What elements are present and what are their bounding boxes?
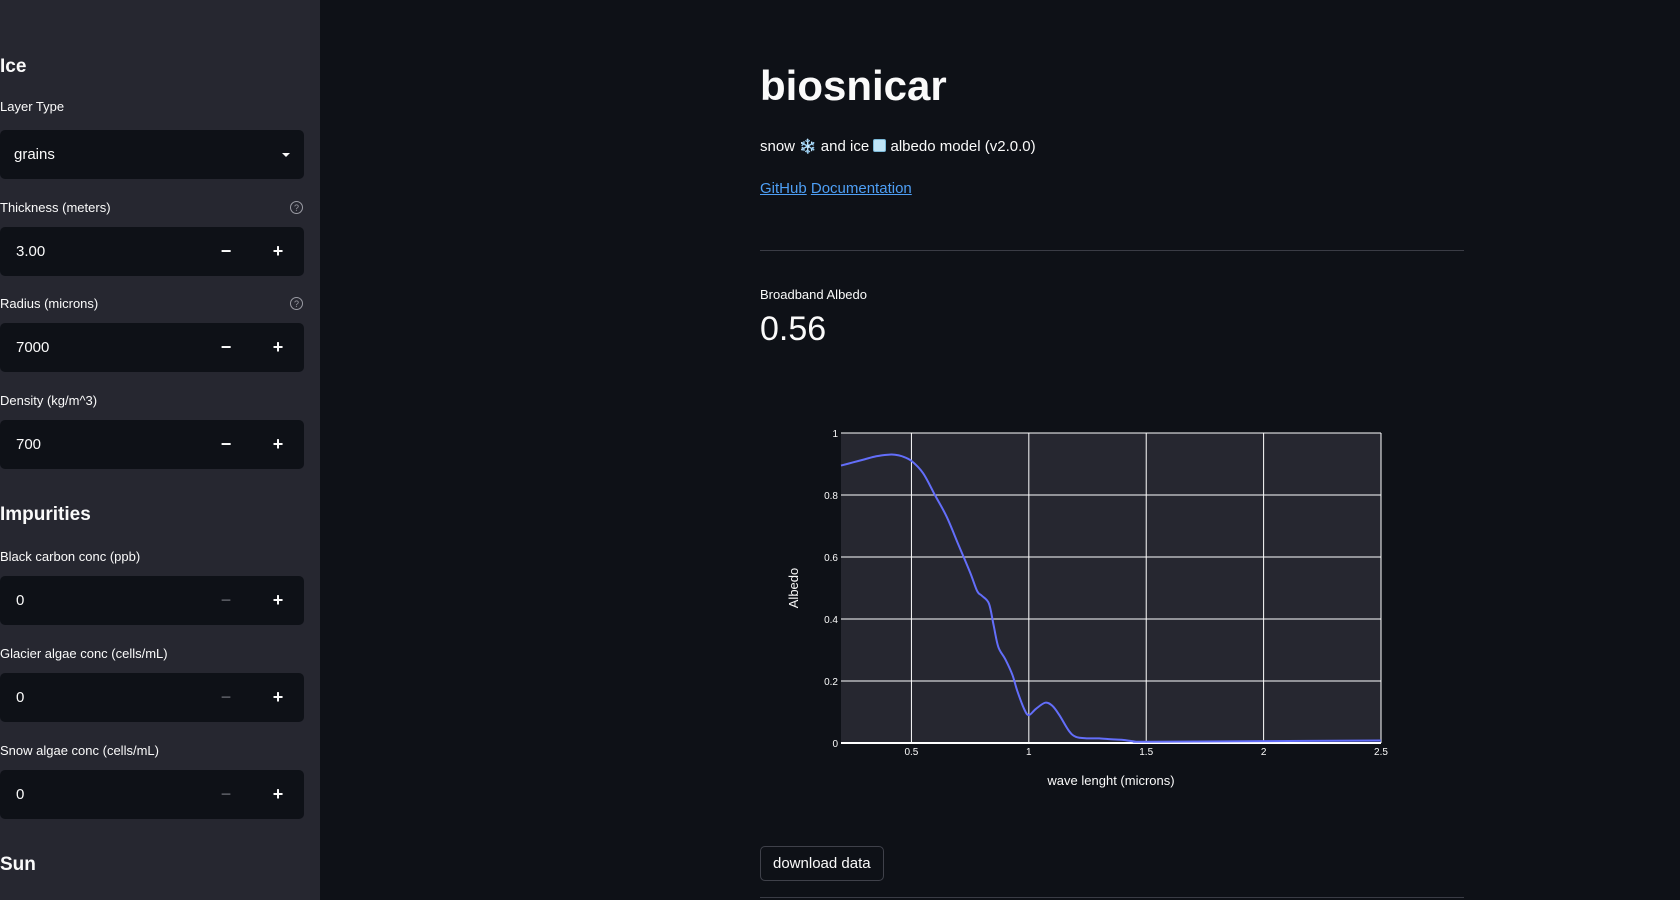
glacier-algae-increment-button[interactable]: + [252, 673, 304, 722]
glacier-algae-stepper[interactable]: 0 − + [0, 673, 304, 722]
layer-type-value: grains [14, 146, 55, 163]
glacier-algae-input[interactable]: 0 [0, 689, 200, 706]
divider [760, 897, 1464, 898]
page-subtitle: snow ❄️ and ice albedo model (v2.0.0) [760, 138, 1036, 155]
black-carbon-decrement-button[interactable]: − [200, 576, 252, 625]
density-stepper[interactable]: 700 − + [0, 420, 304, 469]
subtitle-text-mid: and ice [816, 138, 874, 155]
radius-increment-button[interactable]: + [252, 323, 304, 372]
y-axis-label: Albedo [786, 568, 801, 608]
help-icon[interactable]: ? [290, 201, 303, 214]
snow-algae-input[interactable]: 0 [0, 786, 200, 803]
download-data-button[interactable]: download data [760, 846, 884, 881]
black-carbon-stepper[interactable]: 0 − + [0, 576, 304, 625]
x-tick-label: 2 [1261, 747, 1267, 758]
radius-decrement-button[interactable]: − [200, 323, 252, 372]
albedo-chart: 0.5 1 1.5 2 2.5 0 0.2 0.4 0.6 0.8 1 wave lenght (mi… [786, 429, 1388, 788]
y-tick-label: 0.8 [824, 491, 838, 502]
snow-algae-label: Snow algae conc (cells/mL) [0, 743, 159, 758]
black-carbon-increment-button[interactable]: + [252, 576, 304, 625]
github-link[interactable]: GitHub [760, 180, 807, 197]
x-tick-label: 0.5 [904, 747, 918, 758]
y-tick-label: 0.6 [824, 553, 838, 564]
section-title-impurities: Impurities [0, 504, 91, 525]
radius-label: Radius (microns) [0, 296, 99, 311]
layer-type-select[interactable]: grains [0, 130, 304, 179]
chevron-down-icon [282, 152, 290, 157]
radius-stepper[interactable]: 7000 − + [0, 323, 304, 372]
sidebar: Ice Layer Type grains Thickness (meters)… [0, 0, 320, 900]
density-increment-button[interactable]: + [252, 420, 304, 469]
subtitle-text-end: albedo model (v2.0.0) [886, 138, 1036, 155]
y-tick-label: 0.2 [824, 677, 838, 688]
x-axis-label: wave lenght (microns) [1046, 773, 1174, 788]
layer-type-label: Layer Type [0, 99, 65, 114]
broadband-albedo-label: Broadband Albedo [760, 287, 867, 302]
thickness-input[interactable]: 3.00 [0, 243, 200, 260]
y-tick-label: 0.4 [824, 615, 838, 626]
thickness-increment-button[interactable]: + [252, 227, 304, 276]
glacier-algae-label: Glacier algae conc (cells/mL) [0, 646, 168, 661]
snow-algae-stepper[interactable]: 0 − + [0, 770, 304, 819]
black-carbon-label: Black carbon conc (ppb) [0, 549, 141, 564]
plot-area [841, 433, 1381, 743]
density-input[interactable]: 700 [0, 436, 200, 453]
subtitle-text-start: snow [760, 138, 800, 155]
links-row: GitHub Documentation [760, 180, 912, 197]
density-decrement-button[interactable]: − [200, 420, 252, 469]
snow-algae-decrement-button[interactable]: − [200, 770, 252, 819]
documentation-link[interactable]: Documentation [811, 180, 912, 197]
y-tick-label: 1 [832, 429, 838, 440]
section-title-sun: Sun [0, 854, 36, 875]
divider [760, 250, 1464, 251]
black-carbon-input[interactable]: 0 [0, 592, 200, 609]
snowflake-icon: ❄️ [799, 138, 817, 154]
thickness-decrement-button[interactable]: − [200, 227, 252, 276]
page-title: biosnicar [760, 62, 947, 109]
section-title-ice: Ice [0, 56, 27, 77]
x-tick-label: 1.5 [1139, 747, 1153, 758]
y-tick-label: 0 [832, 739, 838, 750]
snow-algae-increment-button[interactable]: + [252, 770, 304, 819]
radius-input[interactable]: 7000 [0, 339, 200, 356]
glacier-algae-decrement-button[interactable]: − [200, 673, 252, 722]
density-label: Density (kg/m^3) [0, 393, 98, 408]
ice-cube-icon [873, 139, 887, 152]
help-icon[interactable]: ? [290, 297, 303, 310]
thickness-label: Thickness (meters) [0, 200, 111, 215]
x-tick-label: 2.5 [1374, 747, 1388, 758]
broadband-albedo-value: 0.56 [760, 310, 827, 348]
thickness-stepper[interactable]: 3.00 − + [0, 227, 304, 276]
x-tick-label: 1 [1026, 747, 1032, 758]
